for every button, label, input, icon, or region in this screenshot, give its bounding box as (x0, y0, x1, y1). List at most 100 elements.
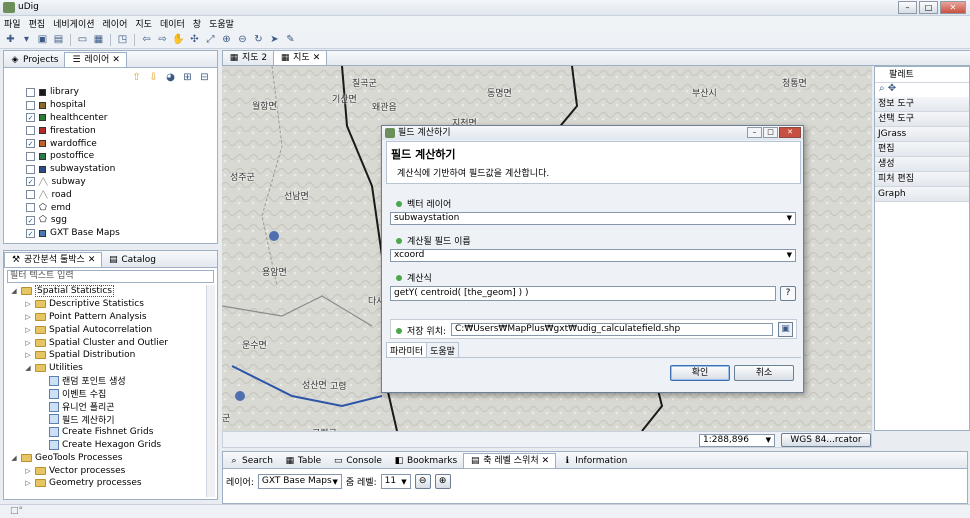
scale-select[interactable]: 1:288,896 ▼ (699, 434, 775, 447)
tab-console[interactable]: ▭ Console (327, 453, 388, 468)
tab-zoom-switcher[interactable]: ▤ 축 레벨 스위처 ✕ (463, 453, 557, 468)
back-icon[interactable]: ⇦ (140, 33, 153, 46)
layer-checkbox[interactable]: ✓ (26, 139, 35, 149)
expand-icon[interactable]: ▷ (24, 479, 32, 487)
menu-edit[interactable]: 편집 (29, 17, 46, 30)
tree-item[interactable]: ▷ Spatial Distribution (10, 349, 217, 362)
vector-layer-select[interactable]: subwaystation ▼ (390, 212, 796, 225)
menu-window[interactable]: 창 (193, 17, 201, 30)
tab-projects[interactable]: ◈ Projects (4, 52, 64, 67)
select-icon[interactable]: ➤ (268, 33, 281, 46)
collapse-icon[interactable]: ◢ (10, 287, 18, 295)
palette-drawer[interactable]: Graph (875, 187, 969, 202)
tree-item[interactable]: ▷ Spatial Cluster and Outlier (10, 336, 217, 349)
tab-help[interactable]: 도움말 (427, 342, 459, 358)
collapse-icon[interactable]: ◢ (24, 364, 32, 372)
close-icon[interactable]: ✕ (542, 454, 550, 468)
menu-data[interactable]: 데이터 (160, 17, 185, 30)
layer-row[interactable]: postoffice (4, 150, 217, 163)
menu-map[interactable]: 지도 (135, 17, 152, 30)
tree-item[interactable]: ▷ Vector processes (10, 464, 217, 477)
tree-item[interactable]: ▷ Descriptive Statistics (10, 298, 217, 311)
layer-row[interactable]: hospital (4, 99, 217, 112)
save-all-icon[interactable]: ▤ (52, 33, 65, 46)
layer-select[interactable]: GXT Base Maps ▼ (257, 474, 342, 489)
maximize-button[interactable]: □ (763, 127, 778, 138)
export-icon[interactable]: ◳ (116, 33, 129, 46)
zoom-level-select[interactable]: 11 ▼ (380, 474, 411, 489)
field-name-select[interactable]: xcoord ▼ (390, 249, 796, 262)
help-icon[interactable]: ? (780, 286, 796, 301)
pan-icon[interactable]: ✥ (888, 83, 896, 94)
expand-icon[interactable]: ▷ (24, 313, 32, 321)
dropdown-icon[interactable]: ▾ (20, 33, 33, 46)
move-down-icon[interactable]: ⇩ (147, 71, 160, 84)
expression-input[interactable]: getY( centroid( [the_geom] ) ) (390, 286, 776, 301)
style-icon[interactable]: ◕ (164, 71, 177, 84)
menu-navigation[interactable]: 네비게이션 (53, 17, 94, 30)
layer-checkbox[interactable] (26, 100, 35, 110)
close-icon[interactable]: ✕ (112, 53, 120, 67)
tab-table[interactable]: ▦ Table (279, 453, 327, 468)
zoom-full-icon[interactable]: ⤢ (204, 33, 217, 46)
edit-icon[interactable]: ✎ (284, 33, 297, 46)
pan-icon[interactable]: ✋ (172, 33, 185, 46)
menu-help[interactable]: 도움말 (209, 17, 234, 30)
remove-layer-icon[interactable]: ⊟ (198, 71, 211, 84)
menu-layer[interactable]: 레이어 (103, 17, 128, 30)
layer-checkbox[interactable]: ✓ (26, 177, 35, 187)
layer-row[interactable]: ✓ wardoffice (4, 137, 217, 150)
layer-row[interactable]: ✓ GXT Base Maps (4, 227, 217, 240)
tab-bookmarks[interactable]: ◧ Bookmarks (388, 453, 463, 468)
expand-icon[interactable]: ▷ (24, 300, 32, 308)
layer-row[interactable]: ✓ healthcenter (4, 112, 217, 125)
layer-checkbox[interactable] (26, 190, 35, 200)
layer-row[interactable]: firestation (4, 124, 217, 137)
tree-item[interactable]: Create Hexagon Grids (10, 439, 217, 452)
layer-checkbox[interactable]: ✓ (26, 228, 35, 238)
close-button[interactable]: ✕ (940, 1, 966, 14)
zoom-out-button[interactable]: ⊖ (414, 474, 431, 489)
tree-item[interactable]: ▷ Geometry processes (10, 477, 217, 490)
expand-icon[interactable]: ▷ (24, 326, 32, 334)
tab-layers[interactable]: ☰ 레이어 ✕ (64, 52, 127, 67)
save-location-input[interactable]: C:₩Users₩MapPlus₩gxt₩udig_calculatefield… (451, 323, 773, 336)
new-icon[interactable]: ✚ (4, 33, 17, 46)
zoom-in-button[interactable]: ⊕ (434, 474, 451, 489)
tree-item[interactable]: 필드 계산하기 (10, 413, 217, 426)
toolbox-scrollbar[interactable] (206, 285, 215, 497)
palette-drawer[interactable]: 정보 도구 (875, 97, 969, 112)
filter-input[interactable]: 필터 텍스트 입력 (7, 270, 214, 283)
menu-file[interactable]: 파일 (4, 17, 21, 30)
maximize-button[interactable]: □ (919, 1, 938, 14)
layer-row[interactable]: ✓ ⬠ sgg (4, 214, 217, 227)
palette-drawer[interactable]: 피처 편집 (875, 172, 969, 187)
forward-icon[interactable]: ⇨ (156, 33, 169, 46)
tree-item[interactable]: ▷ Point Pattern Analysis (10, 311, 217, 324)
layer-checkbox[interactable] (26, 164, 35, 174)
ok-button[interactable]: 확인 (670, 365, 730, 381)
monitor-icon[interactable]: ▭ (76, 33, 89, 46)
save-icon[interactable]: ▣ (778, 322, 793, 337)
layer-checkbox[interactable] (26, 126, 35, 136)
layer-checkbox[interactable]: ✓ (26, 215, 35, 225)
crs-button[interactable]: WGS 84...rcator (781, 433, 871, 447)
tab-map[interactable]: ▦ 지도 ✕ (273, 50, 328, 65)
cancel-button[interactable]: 취소 (734, 365, 794, 381)
layer-row[interactable]: ╱╲ road (4, 188, 217, 201)
tree-item[interactable]: 랜덤 포인트 생성 (10, 375, 217, 387)
expand-icon[interactable]: ▷ (24, 339, 32, 347)
zoom-extent-icon[interactable]: ✣ (188, 33, 201, 46)
layer-checkbox[interactable]: ✓ (26, 113, 35, 123)
layer-row[interactable]: library (4, 86, 217, 99)
expand-icon[interactable]: ▷ (24, 467, 32, 475)
close-icon[interactable]: ✕ (88, 253, 96, 267)
tree-item[interactable]: Create Fishnet Grids (10, 426, 217, 439)
layer-row[interactable]: ✓ ╱╲ subway (4, 176, 217, 189)
tree-item[interactable]: ◢ Utilities (10, 362, 217, 375)
add-layer-icon[interactable]: ⊞ (181, 71, 194, 84)
tab-map-2[interactable]: ▦ 지도 2 (223, 50, 273, 65)
window-icon[interactable]: ▦ (92, 33, 105, 46)
tab-parameters[interactable]: 파라미터 (386, 342, 428, 358)
layer-row[interactable]: subwaystation (4, 163, 217, 176)
